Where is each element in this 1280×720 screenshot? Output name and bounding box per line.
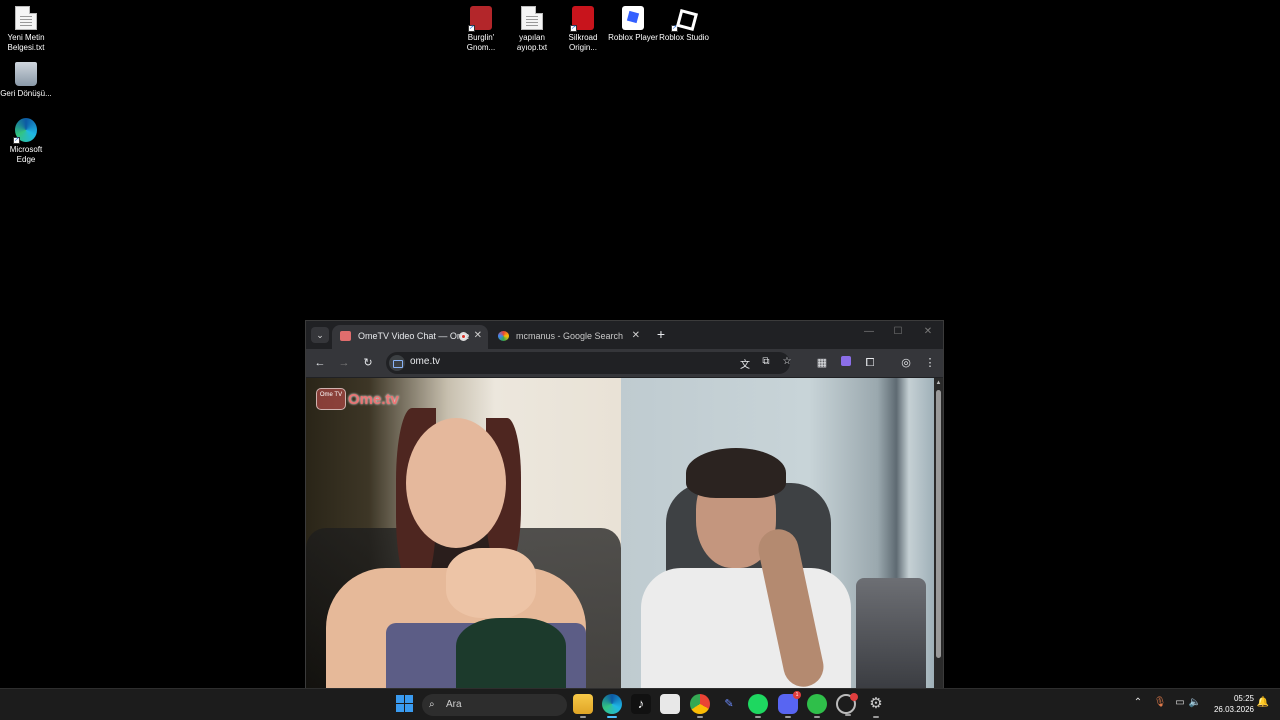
page-scrollbar[interactable]: ▲ [934,378,943,688]
bookmark-star-icon[interactable]: ☆ [780,356,794,367]
tab-title: OmeTV Video Chat — Ome [358,331,470,341]
recording-icon [459,332,468,341]
settings-badge-icon[interactable] [836,693,858,716]
text-file-icon [521,6,543,30]
self-video [621,378,934,691]
edge-icon: ↗ [13,118,37,144]
tab-google-search[interactable]: mcmanus - Google Search ✕ [490,325,646,349]
back-arrow-icon[interactable]: ← [311,354,329,372]
notification-bell-icon[interactable]: 🔔 [1256,697,1270,708]
desktop-icon-text-file[interactable]: Yeni Metin Belgesi.txt [0,6,52,53]
desktop-icon-label: Burglin' Gnom... [466,33,496,52]
taskbar-clock[interactable]: 05:25 26.03.2026 [1210,693,1254,715]
install-app-icon[interactable]: ⧉ [759,356,773,367]
taskbar-search[interactable]: ⌕ Ara [422,694,567,716]
site-info-icon[interactable] [389,355,405,371]
extension-icon[interactable]: ▦ [813,354,831,372]
translate-icon[interactable]: 文 [738,356,752,371]
scroll-up-arrow-icon[interactable]: ▲ [935,380,942,386]
tab-strip: ⌄ OmeTV Video Chat — Ome ✕ mcmanus - Goo… [306,321,943,349]
desktop-icon-silkroad[interactable]: ↗ Silkroad Origin... [557,6,609,53]
url-text: ome.tv [410,356,441,367]
desktop-icon-roblox-player[interactable]: Roblox Player [607,6,659,43]
desktop-icon-recycle-bin[interactable]: Geri Dönüşü... [0,62,52,99]
desktop-icon-label: Microsoft Edge [9,145,43,164]
ometv-favicon [340,331,351,341]
taskbar: ⌕ Ara ♪ ✎ 1 ⚙ ⌃ 🎙 ▭ 🔈 05:25 26.03.2026 🔔 [0,688,1280,720]
close-tab-icon[interactable]: ✕ [474,325,482,347]
settings-icon[interactable]: ⚙ [866,694,886,718]
tiktok-icon[interactable]: ♪ [631,694,651,714]
tab-search-button[interactable]: ⌄ [311,327,329,343]
maximize-button[interactable]: ☐ [891,326,905,337]
file-explorer-icon[interactable] [573,694,593,718]
app-icon[interactable]: ✎ [719,694,739,714]
google-favicon [498,331,509,341]
ometv-logo-text: Ome.tv [348,390,399,408]
recycle-bin-icon [15,62,37,86]
chrome-icon[interactable] [690,694,710,718]
desktop-icon-label: Geri Dönüşü... [0,89,52,98]
new-tab-button[interactable]: + [652,325,670,343]
close-tab-icon[interactable]: ✕ [632,325,640,347]
green-app-icon[interactable] [807,694,827,718]
desktop-icon-roblox-studio[interactable]: ↗ Roblox Studio [658,6,710,43]
menu-kebab-icon[interactable]: ⋮ [921,354,939,372]
partner-video: Ome TV Ome.tv [306,378,621,688]
reload-icon[interactable]: ↻ [359,354,377,372]
tab-ometv[interactable]: OmeTV Video Chat — Ome ✕ [332,325,488,349]
purple-extension-icon[interactable] [837,354,855,372]
clock-date: 26.03.2026 [1213,705,1254,714]
scrollbar-thumb[interactable] [936,390,941,658]
desktop-icon-edge[interactable]: ↗ Microsoft Edge [0,118,52,165]
windows-start-icon[interactable] [395,694,415,714]
burglin-gnomes-icon: ↗ [468,6,492,32]
spotify-icon[interactable] [748,694,768,718]
desktop-icon-label: Roblox Studio [659,33,709,42]
clock-time: 05:25 [1233,694,1254,703]
address-bar[interactable]: ome.tv 文 ⧉ ☆ [386,352,791,374]
profile-icon[interactable]: ◎ [897,354,915,372]
desktop-icon-label: yapılan ayıop.txt [516,33,548,52]
page-content: Ome TV Ome.tv ▲ [306,378,943,691]
extensions-puzzle-icon[interactable]: ⧠ [861,354,879,372]
text-file-icon [15,6,37,30]
ometv-logo-badge: Ome TV [316,388,346,410]
notification-badge: 1 [793,691,801,699]
desktop-icon-yapilan[interactable]: yapılan ayıop.txt [506,6,558,53]
search-placeholder: Ara [446,699,462,710]
discord-icon[interactable]: 1 [778,691,801,718]
volume-icon[interactable]: 🔈 [1188,697,1202,708]
desktop-icon-label: Silkroad Origin... [568,33,598,52]
roblox-studio-icon: ↗ [671,6,695,32]
silkroad-icon: ↗ [570,6,594,32]
roblox-player-icon [622,6,644,30]
ometv-logo: Ome TV Ome.tv [316,387,399,411]
desktop-icon-burglin-gnomes[interactable]: ↗ Burglin' Gnom... [455,6,507,53]
network-icon[interactable]: ▭ [1173,697,1187,708]
search-icon: ⌕ [429,699,435,710]
microphone-icon[interactable]: 🎙 [1153,697,1167,708]
forward-arrow-icon[interactable]: → [335,354,353,372]
microsoft-store-icon[interactable] [660,694,680,714]
close-window-button[interactable]: ✕ [921,326,935,337]
desktop-icon-label: Roblox Player [608,33,658,42]
edge-icon[interactable] [602,694,622,718]
browser-toolbar: ← → ↻ ome.tv 文 ⧉ ☆ ▦ ⧠ ◎ ⋮ [306,349,943,377]
show-hidden-icons-chevron-icon[interactable]: ⌃ [1131,697,1145,708]
minimize-button[interactable]: — [862,326,876,337]
tab-title: mcmanus - Google Search [516,331,624,341]
browser-window: ⌄ OmeTV Video Chat — Ome ✕ mcmanus - Goo… [305,320,944,691]
desktop-icon-label: Yeni Metin Belgesi.txt [7,33,45,52]
